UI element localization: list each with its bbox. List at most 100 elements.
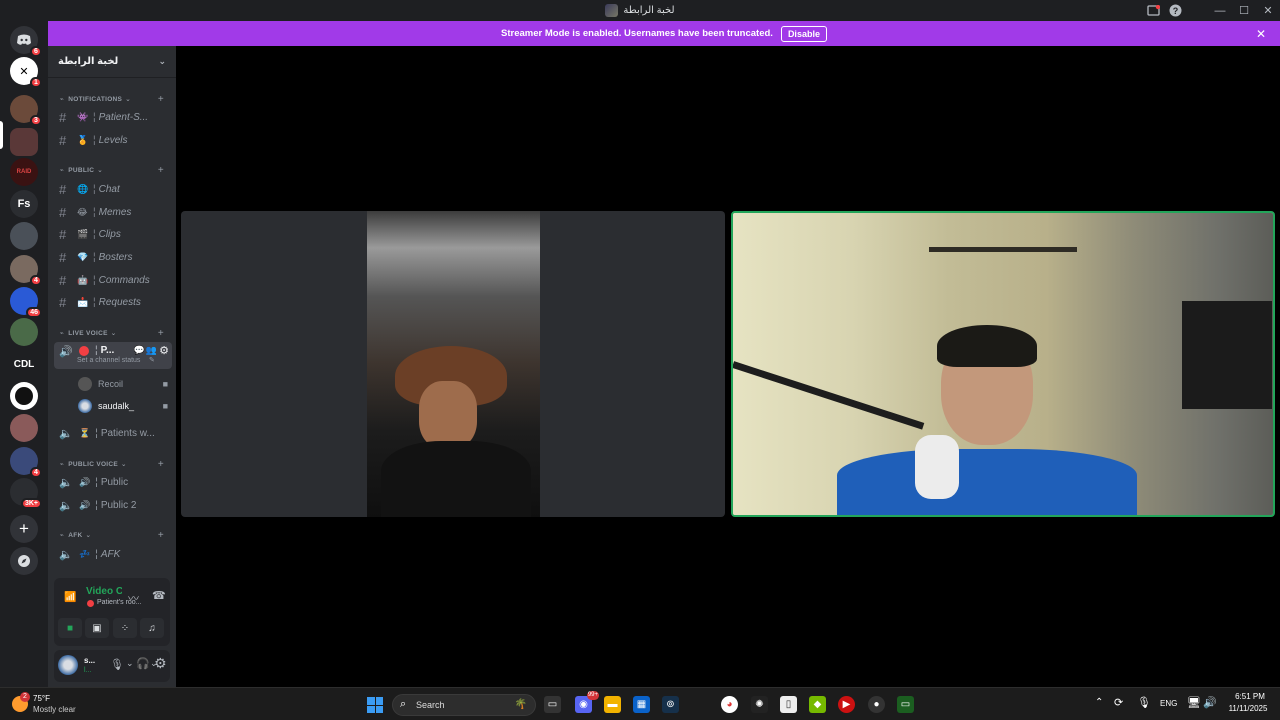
noise-suppression-icon[interactable]: 〰 xyxy=(128,590,139,606)
server-icon[interactable] xyxy=(10,222,38,250)
taskbar-search[interactable]: ⌕ Search 🌴 xyxy=(392,694,536,716)
category-live-voice[interactable]: ⌁ LIVE VOICE ⌄ + xyxy=(48,326,176,340)
soundboard-button[interactable]: ♫ xyxy=(140,618,164,638)
server-icon[interactable]: 3 xyxy=(10,95,42,126)
channel-requests[interactable]: # 📩 ¦ Requests xyxy=(54,292,172,312)
server-icon[interactable] xyxy=(10,414,38,442)
task-view-icon[interactable]: ▭ xyxy=(544,696,561,713)
disconnect-icon[interactable]: ☎ xyxy=(152,589,166,602)
channel-status-hint[interactable]: Set a channel status xyxy=(77,357,140,364)
add-channel-icon[interactable]: + xyxy=(158,530,164,541)
separator: ¦ xyxy=(95,499,98,511)
chat-icon[interactable]: 💬 xyxy=(134,345,145,356)
close-window-icon[interactable]: ✕ xyxy=(1256,0,1280,21)
voice-channel-public-2[interactable]: 🔈 🔊 ¦ Public 2 xyxy=(54,495,172,515)
server-icon[interactable]: ✕ 1 xyxy=(10,57,42,88)
user-name[interactable]: s... xyxy=(84,656,95,665)
volume-icon[interactable]: 🔊 xyxy=(1203,696,1217,709)
headphones-icon[interactable]: 🎧 xyxy=(136,657,150,670)
chrome-icon[interactable]: ◕ xyxy=(721,696,738,713)
add-channel-icon[interactable]: + xyxy=(158,165,164,176)
category-notifications[interactable]: ⌁ NOTIFICATIONS ⌄ + xyxy=(48,92,176,106)
add-channel-icon[interactable]: + xyxy=(158,94,164,105)
category-afk[interactable]: ⌁ AFK ⌄ + xyxy=(48,528,176,542)
gear-icon[interactable]: ⚙ xyxy=(154,655,167,672)
weather-widget[interactable]: 2 75°F Mostly clear xyxy=(12,692,92,718)
voice-member[interactable]: saudalk_ ■ xyxy=(78,397,172,415)
file-explorer-icon[interactable]: ▬ xyxy=(604,696,621,713)
discord-taskbar-icon[interactable]: ◉ 99+ xyxy=(575,691,599,713)
guild-header[interactable]: لخبة الرابطة ⌄ xyxy=(48,46,176,78)
video-tile-speaking[interactable] xyxy=(731,211,1275,517)
server-icon[interactable]: 4 xyxy=(10,447,42,478)
clock-time[interactable]: 6:51 PM xyxy=(1230,692,1270,701)
chevron-down-icon[interactable]: ⌄ xyxy=(126,658,134,669)
help-icon[interactable]: ? xyxy=(1164,0,1186,21)
start-button[interactable] xyxy=(367,697,383,713)
server-icon[interactable]: 4 xyxy=(10,255,42,286)
category-icon: ⌁ xyxy=(60,461,65,468)
camera-button[interactable]: ■ xyxy=(58,618,82,638)
discover-icon[interactable] xyxy=(10,547,38,575)
document-icon[interactable]: ▯ xyxy=(780,696,797,713)
avatar[interactable] xyxy=(58,655,78,675)
store-icon[interactable]: ▦ xyxy=(633,696,650,713)
channel-bosters[interactable]: # 💎 ¦ Bosters xyxy=(54,247,172,267)
fs-server-icon[interactable]: Fs xyxy=(10,190,38,218)
video-tile[interactable] xyxy=(181,211,725,517)
server-icon[interactable]: RAID xyxy=(10,158,38,186)
server-icon[interactable] xyxy=(10,382,38,410)
voice-channel-live[interactable]: 🔊 ¦ P... 💬 👥 ⚙ Set a channel status ✎ xyxy=(54,342,172,369)
channel-memes[interactable]: # 😂 ¦ Memes xyxy=(54,202,172,222)
face xyxy=(419,381,477,449)
terminal-icon[interactable]: ▭ xyxy=(897,696,914,713)
activities-button[interactable]: ⁘ xyxy=(113,618,137,638)
server-icon[interactable]: 46 xyxy=(10,287,42,318)
nvidia-icon[interactable]: ◆ xyxy=(809,696,826,713)
server-folder-icon[interactable]: 3K+ xyxy=(10,478,42,509)
media-player-icon[interactable]: ▶ xyxy=(838,696,855,713)
steam-icon[interactable]: ⊚ xyxy=(662,696,679,713)
invite-icon[interactable]: 👥 xyxy=(146,345,157,356)
voice-channel-waiting[interactable]: 🔈 ⏳ ¦ Patients w... xyxy=(54,423,172,443)
add-channel-icon[interactable]: + xyxy=(158,459,164,470)
maximize-icon[interactable]: ☐ xyxy=(1232,0,1256,21)
language-indicator[interactable]: ENG xyxy=(1160,699,1177,708)
close-icon[interactable]: ✕ xyxy=(1256,27,1266,41)
voice-channel-afk[interactable]: 🔈 💤 ¦ AFK xyxy=(54,544,172,564)
microphone-icon[interactable]: 🎙 xyxy=(110,658,124,671)
minimize-icon[interactable]: — xyxy=(1208,0,1232,21)
network-icon[interactable]: 🖥 xyxy=(1187,696,1201,709)
channel-patient-s[interactable]: # 👾 ¦ Patient-S... xyxy=(54,107,172,127)
voice-status[interactable]: Video Connected xyxy=(86,586,122,597)
screen-share-button[interactable]: ▣ xyxy=(85,618,109,638)
signal-icon[interactable]: 📶 xyxy=(64,592,76,603)
sync-icon[interactable]: ⟳ xyxy=(1114,696,1123,709)
channel-chat[interactable]: # 🌐 ¦ Chat xyxy=(54,179,172,199)
server-icon[interactable] xyxy=(10,318,38,346)
discord-home-icon[interactable]: 6 xyxy=(10,26,42,57)
voice-channel-public[interactable]: 🔈 🔊 ¦ Public xyxy=(54,472,172,492)
hashtag-icon: # xyxy=(59,204,67,220)
add-channel-icon[interactable]: + xyxy=(158,328,164,339)
app-icon[interactable]: ● xyxy=(868,696,885,713)
microphone-icon[interactable]: 🎙 xyxy=(1137,696,1151,709)
pencil-icon[interactable]: ✎ xyxy=(149,356,155,364)
clock-date[interactable]: 11/11/2025 xyxy=(1223,704,1273,713)
channel-levels[interactable]: # 🏅 ¦ Levels xyxy=(54,130,172,150)
chevron-up-icon[interactable]: ⌃ xyxy=(1095,697,1103,708)
channel-commands[interactable]: # 🤖 ¦ Commands xyxy=(54,270,172,290)
microphone xyxy=(915,435,959,499)
gear-icon[interactable]: ⚙ xyxy=(159,344,169,357)
category-public[interactable]: ⌁ PUBLIC ⌄ + xyxy=(48,163,176,177)
add-server-icon[interactable]: + xyxy=(10,515,38,543)
channel-name: Memes xyxy=(98,206,132,218)
inbox-icon[interactable] xyxy=(1142,0,1164,21)
category-public-voice[interactable]: ⌁ PUBLIC VOICE ⌄ + xyxy=(48,457,176,471)
disable-button[interactable]: Disable xyxy=(780,25,827,42)
channel-clips[interactable]: # 🎬 ¦ Clips xyxy=(54,224,172,244)
voice-member[interactable]: Recoil ■ xyxy=(78,375,172,393)
steelseries-icon[interactable]: ✺ xyxy=(751,696,768,713)
server-icon[interactable] xyxy=(10,128,38,156)
cdl-server-icon[interactable]: CDL xyxy=(10,350,38,378)
